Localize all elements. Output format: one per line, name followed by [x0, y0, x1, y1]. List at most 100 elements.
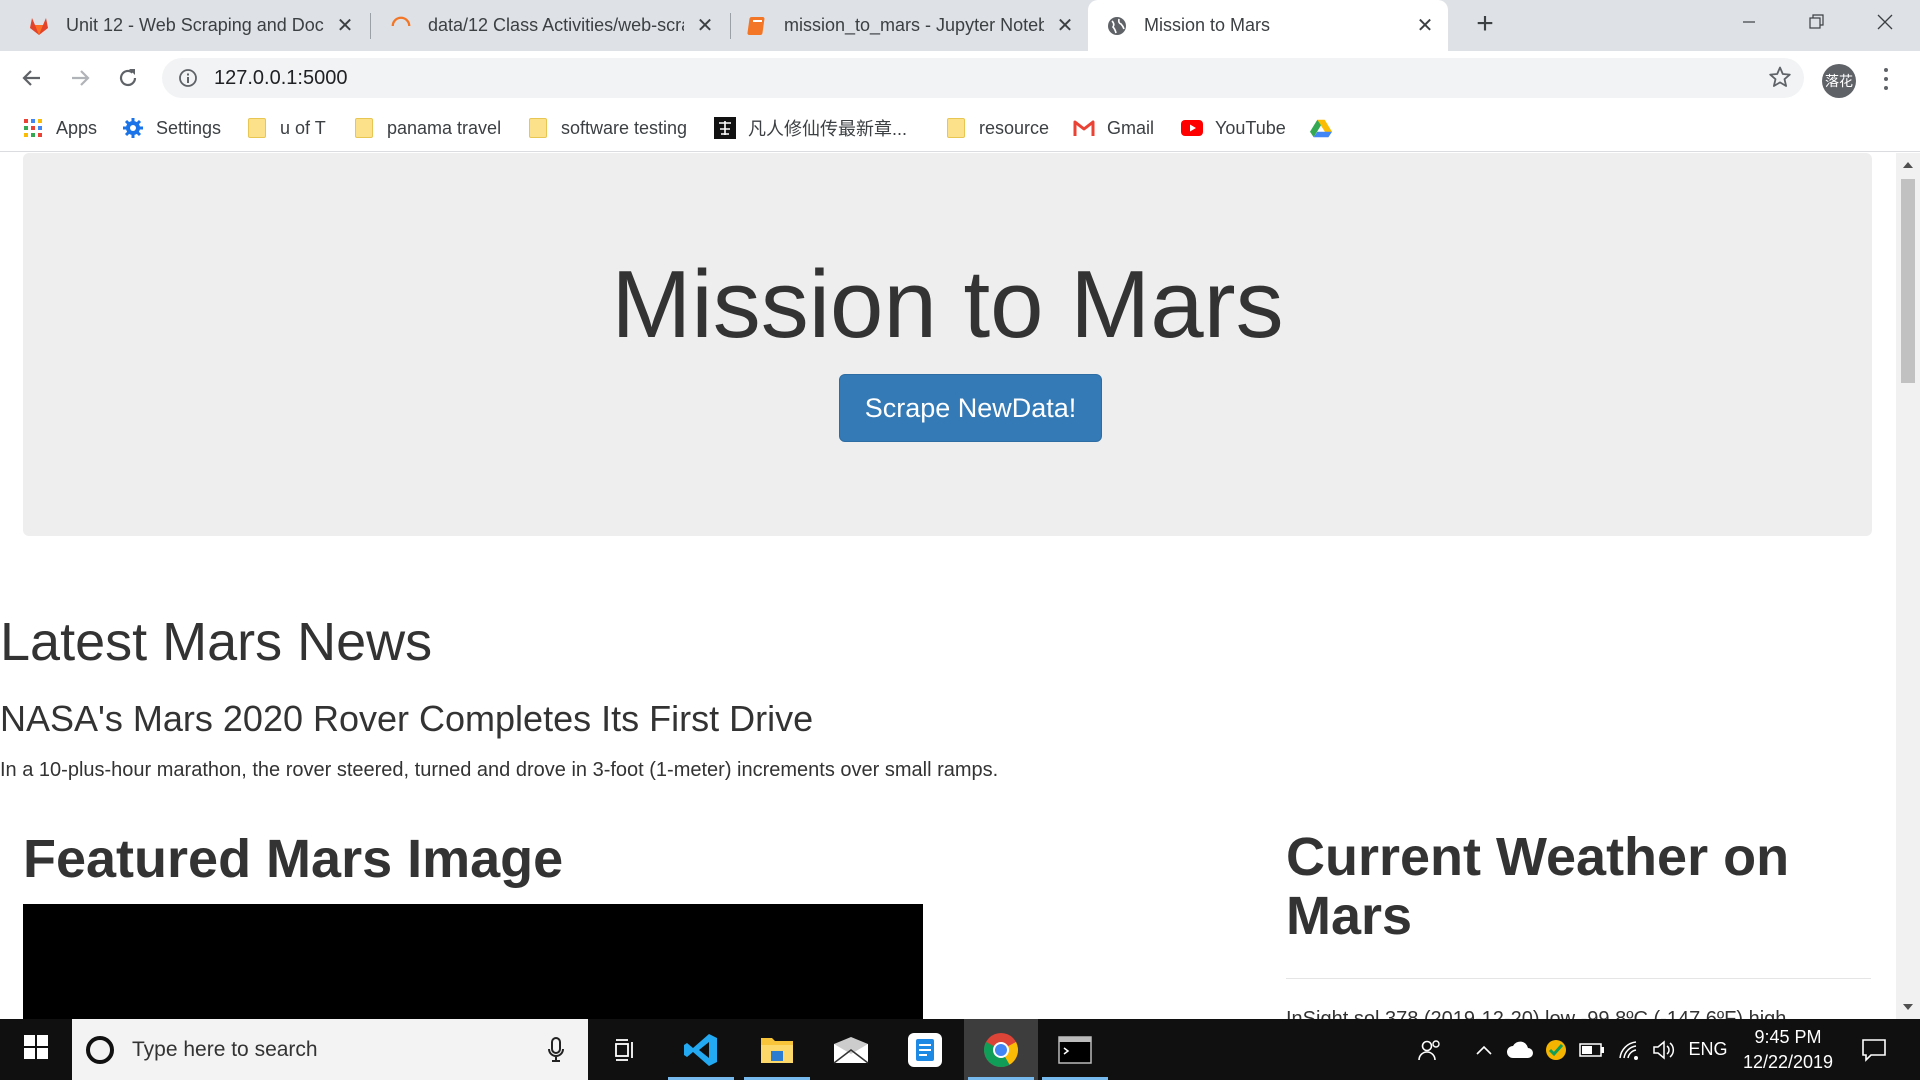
tab-title: Mission to Mars	[1144, 15, 1271, 35]
divider	[1286, 978, 1871, 979]
bookmark-star-icon[interactable]	[1768, 65, 1792, 94]
tab-title: Unit 12 - Web Scraping and Docu	[66, 15, 324, 35]
close-tab-icon[interactable]: ✕	[694, 13, 716, 38]
loading-spinner-icon	[390, 15, 412, 37]
bookmark-label: 凡人修仙传最新章...	[748, 119, 908, 139]
cortana-icon	[86, 1036, 114, 1064]
bookmark-gmail[interactable]: Gmail	[1073, 115, 1154, 141]
taskbar-clock[interactable]: 9:45 PM 12/22/2019	[1730, 1025, 1846, 1075]
terminal-icon[interactable]	[1038, 1019, 1112, 1080]
windows-taskbar: Type here to search ENG 9:45 PM 12/22/20…	[0, 1019, 1920, 1080]
browser-menu-icon[interactable]	[1876, 64, 1896, 94]
bookmarks-bar: Apps Settings u of T panama travel softw…	[0, 105, 1920, 152]
bookmark-label: panama travel	[387, 117, 502, 138]
jumbotron: Mission to Mars Scrape NewData!	[23, 153, 1872, 536]
google-drive-icon	[1310, 117, 1332, 139]
forward-button[interactable]	[62, 60, 98, 96]
settings-gear-icon	[122, 117, 144, 139]
gmail-icon	[1073, 117, 1095, 139]
reload-button[interactable]	[110, 60, 146, 96]
folder-icon	[527, 117, 549, 139]
bookmark-label: YouTube	[1215, 117, 1286, 138]
notes-app-icon[interactable]	[888, 1019, 962, 1080]
close-tab-icon[interactable]: ✕	[1054, 13, 1076, 38]
address-bar[interactable]: 127.0.0.1:5000	[162, 58, 1804, 98]
bookmark-google-drive[interactable]	[1310, 115, 1344, 141]
task-view-icon[interactable]	[588, 1019, 662, 1080]
wifi-icon[interactable]	[1614, 1019, 1646, 1080]
youtube-icon	[1181, 117, 1203, 139]
tab-unit-12[interactable]: Unit 12 - Web Scraping and Docu ✕	[0, 0, 368, 51]
latest-news-heading: Latest Mars News	[0, 612, 433, 672]
bookmark-label: u of T	[280, 117, 326, 138]
featured-mars-image	[23, 904, 923, 1019]
bookmark-resource[interactable]: resource	[945, 115, 1049, 141]
mail-icon[interactable]	[814, 1019, 888, 1080]
bookmark-label: resource	[979, 117, 1050, 138]
tab-web-scraping-data[interactable]: data/12 Class Activities/web-scra ✕	[372, 0, 728, 51]
minimize-window-button[interactable]	[1714, 0, 1784, 44]
back-button[interactable]	[14, 60, 50, 96]
volume-icon[interactable]	[1648, 1019, 1680, 1080]
tab-title: data/12 Class Activities/web-scra	[428, 15, 684, 35]
onedrive-cloud-icon[interactable]	[1504, 1019, 1536, 1080]
microphone-icon[interactable]	[546, 1036, 566, 1069]
bookmark-youtube[interactable]: YouTube	[1181, 115, 1286, 141]
file-explorer-icon[interactable]	[740, 1019, 814, 1080]
folder-icon	[353, 117, 375, 139]
folder-icon	[246, 117, 268, 139]
search-placeholder: Type here to search	[132, 1038, 318, 1061]
apps-grid-icon	[22, 117, 44, 139]
taskbar-search-box[interactable]: Type here to search	[72, 1019, 588, 1080]
close-window-button[interactable]	[1850, 0, 1920, 44]
vscode-icon[interactable]	[664, 1019, 738, 1080]
bookmark-software-testing[interactable]: software testing	[527, 115, 687, 141]
browser-toolbar: 127.0.0.1:5000 落花	[0, 51, 1920, 105]
gitlab-icon	[28, 15, 50, 37]
bookmark-label: Apps	[56, 117, 98, 138]
close-tab-icon[interactable]: ✕	[334, 13, 356, 38]
weather-text: InSight sol 378 (2019-12-20) low -99.8ºC…	[1286, 1008, 1787, 1019]
jupyter-notebook-icon	[746, 15, 768, 37]
sync-status-icon[interactable]	[1540, 1019, 1572, 1080]
bookmark-panama-travel[interactable]: panama travel	[353, 115, 501, 141]
windows-logo-icon	[24, 1035, 48, 1064]
restore-window-button[interactable]	[1782, 0, 1852, 44]
weather-heading: Current Weather on Mars	[1286, 827, 1790, 946]
profile-avatar[interactable]: 落花	[1822, 64, 1856, 98]
clock-date: 12/22/2019	[1742, 1052, 1834, 1072]
bookmark-apps[interactable]: Apps	[22, 115, 97, 141]
desktop-screen: Unit 12 - Web Scraping and Docu ✕ data/1…	[0, 0, 1920, 1080]
chrome-icon[interactable]	[964, 1019, 1038, 1080]
tab-jupyter-notebook[interactable]: mission_to_mars - Jupyter Noteb ✕	[732, 0, 1088, 51]
url-text: 127.0.0.1:5000	[214, 67, 348, 89]
scrollbar-thumb[interactable]	[1901, 179, 1915, 383]
scrape-new-data-button[interactable]: Scrape NewData!	[839, 374, 1102, 442]
page-scrollbar[interactable]	[1896, 153, 1920, 1019]
bookmark-novel-site[interactable]: 凡人修仙传最新章...	[714, 115, 907, 141]
scroll-up-arrow-icon[interactable]	[1896, 153, 1920, 177]
bookmark-label: software testing	[561, 117, 688, 138]
notifications-icon[interactable]	[1846, 1019, 1902, 1080]
input-language-indicator[interactable]: ENG	[1684, 1019, 1732, 1080]
people-icon[interactable]	[1408, 1019, 1452, 1080]
bookmark-settings[interactable]: Settings	[122, 115, 221, 141]
browser-tab-strip: Unit 12 - Web Scraping and Docu ✕ data/1…	[0, 0, 1920, 51]
scroll-down-arrow-icon[interactable]	[1896, 995, 1920, 1019]
page-viewport: Mission to Mars Scrape NewData! Latest M…	[0, 153, 1896, 1019]
featured-image-heading: Featured Mars Image	[23, 829, 564, 889]
close-tab-icon[interactable]: ✕	[1414, 13, 1436, 38]
bookmark-label: Gmail	[1107, 117, 1155, 138]
new-tab-button[interactable]: +	[1468, 8, 1502, 42]
show-hidden-icons-chevron-icon[interactable]	[1468, 1019, 1500, 1080]
bookmark-u-of-t[interactable]: u of T	[246, 115, 326, 141]
battery-icon[interactable]	[1576, 1019, 1608, 1080]
tab-mission-to-mars[interactable]: Mission to Mars ✕	[1088, 0, 1448, 51]
news-teaser: In a 10-plus-hour marathon, the rover st…	[0, 759, 999, 781]
folder-icon	[945, 117, 967, 139]
clock-time: 9:45 PM	[1754, 1027, 1822, 1047]
tab-separator	[730, 13, 731, 39]
site-info-icon[interactable]	[178, 68, 198, 93]
start-button[interactable]	[0, 1019, 72, 1080]
bookmark-label: Settings	[156, 117, 222, 138]
